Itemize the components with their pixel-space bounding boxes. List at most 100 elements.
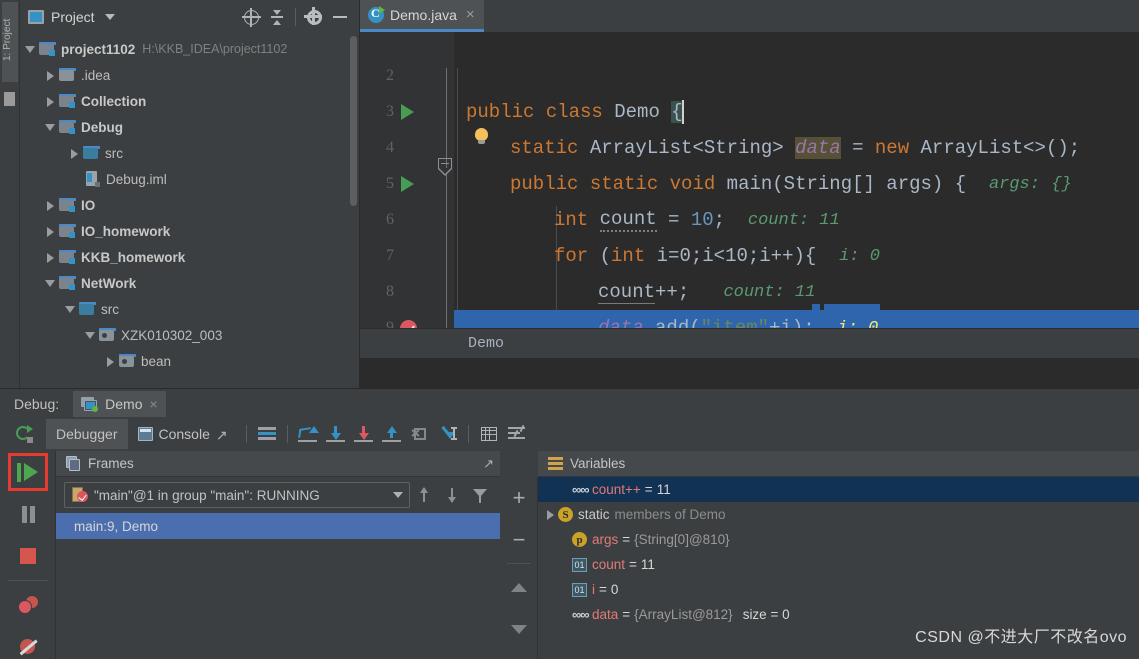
thread-selector[interactable]: "main"@1 in group "main": RUNNING [64, 482, 410, 508]
tree-item-collection[interactable]: Collection [20, 88, 359, 114]
twisty-down-icon[interactable] [44, 277, 57, 290]
project-title-group[interactable]: Project [28, 9, 115, 25]
variable-row-data[interactable]: ∞∞ data = {ArrayList@812} size = 0 [538, 602, 1139, 627]
settings-button[interactable] [301, 4, 327, 30]
editor-tab-demo-java[interactable]: Demo.java × [360, 0, 484, 32]
pin-icon[interactable]: ↗ [216, 427, 230, 443]
frame-up-button[interactable] [410, 481, 438, 509]
tab-console[interactable]: Console ↗ [128, 419, 240, 449]
hide-panel-button[interactable] [327, 4, 353, 30]
step-over-button[interactable] [294, 420, 322, 448]
tree-item-xzk010302-003[interactable]: XZK010302_003 [20, 322, 359, 348]
tree-item-bean[interactable]: bean [20, 348, 359, 374]
twisty-right-icon[interactable] [44, 199, 57, 212]
run-class-gutter-icon[interactable] [401, 104, 414, 120]
remove-watch-button[interactable]: − [500, 519, 538, 561]
variable-row-i[interactable]: 01 i = 0 [538, 577, 1139, 602]
tree-item-io-homework[interactable]: IO_homework [20, 218, 359, 244]
project-tool-tab[interactable]: 1: Project [2, 2, 18, 82]
twisty-down-icon[interactable] [24, 43, 37, 56]
editor-gutter[interactable]: 2 3 4 5 6 7 8 9 10 [360, 32, 442, 358]
frame-down-button[interactable] [438, 481, 466, 509]
twisty-down-icon[interactable] [84, 329, 97, 342]
fold-collapse-icon[interactable] [438, 158, 452, 178]
rerun-button[interactable] [10, 420, 38, 448]
twisty-right-icon[interactable] [544, 508, 558, 522]
resume-icon [17, 462, 39, 482]
keyword-for: for [554, 245, 589, 267]
step-out-button[interactable] [378, 420, 406, 448]
debugger-settings-button[interactable] [503, 420, 531, 448]
tree-item-debug-src[interactable]: src [20, 140, 359, 166]
twisty-right-icon[interactable] [44, 251, 57, 264]
frame-list-item[interactable]: main:9, Demo [56, 513, 500, 539]
folding-rail[interactable] [438, 32, 454, 358]
filter-frames-button[interactable] [466, 481, 494, 509]
tree-item-idea[interactable]: .idea [20, 62, 359, 88]
twisty-down-icon[interactable] [44, 121, 57, 134]
tab-debugger[interactable]: Debugger [46, 419, 128, 449]
drop-frame-button[interactable] [406, 420, 434, 448]
variable-row-static-members[interactable]: S static members of Demo [538, 502, 1139, 527]
tree-item-kkb-homework[interactable]: KKB_homework [20, 244, 359, 270]
code-line-8[interactable]: count ++; count: 11 [454, 274, 1139, 310]
twisty-placeholder [558, 483, 572, 497]
locate-button[interactable] [238, 4, 264, 30]
twisty-right-icon[interactable] [104, 355, 117, 368]
close-icon[interactable]: × [466, 6, 475, 23]
twisty-right-icon[interactable] [68, 147, 81, 160]
run-configuration-icon [81, 396, 99, 412]
step-over-icon [298, 426, 320, 442]
variable-row-args[interactable]: p args = {String[0]@810} [538, 527, 1139, 552]
line-number: 3 [386, 103, 394, 120]
keyword-public: public [466, 101, 535, 123]
run-method-gutter-icon[interactable] [401, 176, 414, 192]
view-breakpoints-button[interactable] [0, 584, 56, 626]
project-tree-scrollbar[interactable] [350, 36, 357, 206]
breadcrumb[interactable]: Demo [468, 335, 504, 352]
run-to-cursor-button[interactable] [434, 420, 462, 448]
tree-item-network-src[interactable]: src [20, 296, 359, 322]
tree-item-debug-iml[interactable]: Debug.iml [20, 166, 359, 192]
evaluate-expression-button[interactable] [475, 420, 503, 448]
twisty-down-icon[interactable] [64, 303, 77, 316]
chevron-down-icon[interactable] [104, 14, 115, 20]
show-execution-point-button[interactable] [253, 420, 281, 448]
collapse-all-button[interactable] [264, 4, 290, 30]
code-line-7[interactable]: for (int i=0;i<10;i++){ i: 0 [454, 238, 1139, 274]
add-watch-button[interactable]: + [500, 477, 538, 519]
copy-value-button[interactable] [500, 650, 538, 659]
force-step-into-button[interactable] [350, 420, 378, 448]
variable-row-count-watch[interactable]: ∞∞ count++ = 11 [538, 477, 1139, 502]
field-data: data [795, 137, 841, 159]
pin-icon[interactable]: ↗ [483, 456, 494, 472]
pause-program-button[interactable] [0, 493, 56, 535]
code-line-5[interactable]: public static void main (String[] args) {… [454, 166, 1139, 202]
twisty-right-icon[interactable] [44, 225, 57, 238]
tree-item-io[interactable]: IO [20, 192, 359, 218]
code-line-4[interactable]: static ArrayList<String> data = new Arra… [454, 130, 1139, 166]
code-line-6[interactable]: int count = 10; count: 11 [454, 202, 1139, 238]
chevron-down-icon[interactable] [393, 492, 403, 498]
increment-op: ++; [655, 281, 690, 303]
mute-breakpoints-button[interactable] [0, 626, 56, 659]
move-watch-up-button[interactable] [500, 566, 538, 608]
toolbar-separator [245, 425, 247, 443]
code-editor[interactable]: 2 3 4 5 6 7 8 9 10 [360, 32, 1139, 358]
tree-item-network[interactable]: NetWork [20, 270, 359, 296]
line-number: 8 [386, 283, 394, 300]
step-into-button[interactable] [322, 420, 350, 448]
structure-tool-tab[interactable] [4, 92, 15, 106]
close-icon[interactable]: × [150, 396, 158, 412]
move-watch-down-button[interactable] [500, 608, 538, 650]
tree-item-debug[interactable]: Debug [20, 114, 359, 140]
twisty-right-icon[interactable] [44, 95, 57, 108]
variables-side-toolbar: + − [500, 477, 538, 659]
code-line-3[interactable]: public class Demo { [454, 94, 1139, 130]
debug-session-tab[interactable]: Demo × [73, 391, 166, 417]
stop-program-button[interactable] [0, 535, 56, 577]
twisty-right-icon[interactable] [44, 69, 57, 82]
variable-row-count[interactable]: 01 count = 11 [538, 552, 1139, 577]
tree-item-project1102[interactable]: project1102 H:\KKB_IDEA\project1102 [20, 36, 359, 62]
resume-program-button[interactable] [0, 451, 56, 493]
